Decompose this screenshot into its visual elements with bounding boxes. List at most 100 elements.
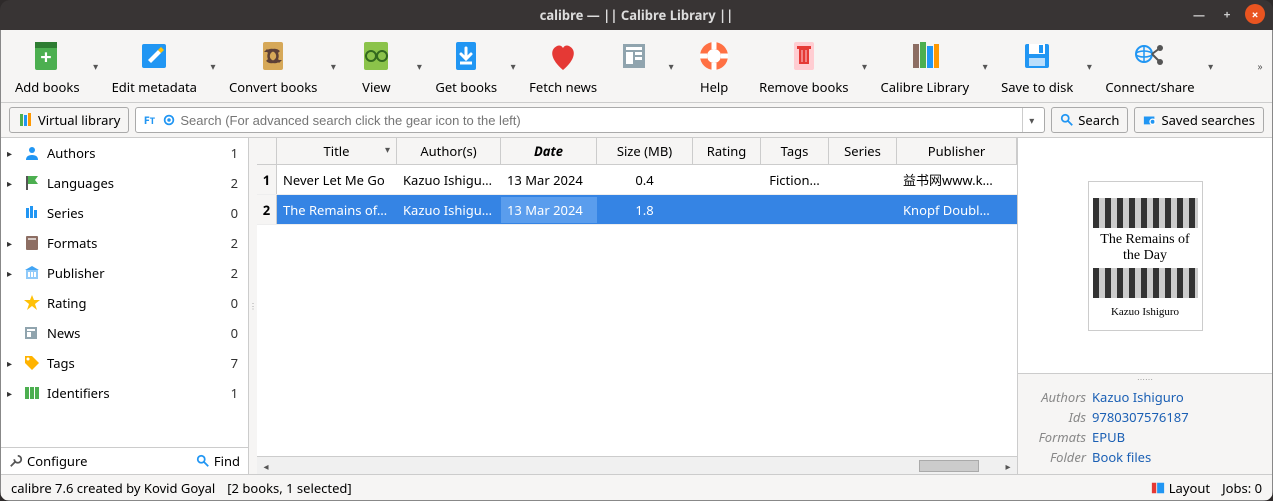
magnifier-small-icon — [196, 454, 210, 468]
tag-icon — [23, 354, 41, 372]
splitter-details[interactable]: ⋯⋯ — [1018, 374, 1272, 382]
view-button[interactable]: View — [341, 34, 411, 98]
get-books-icon — [446, 36, 486, 76]
table-row[interactable]: 1Never Let Me GoKazuo Ishiguro13 Mar 202… — [257, 165, 1017, 195]
meta-folder-label: Folder — [1026, 448, 1086, 466]
splitter-sidebar[interactable]: ⋮ — [249, 138, 257, 474]
save-icon — [1017, 36, 1057, 76]
scroll-right-icon[interactable]: ▸ — [999, 459, 1017, 473]
get-books-button[interactable]: Get books — [427, 34, 505, 98]
search-bar: Virtual library FT ▾ Search Sa — [1, 103, 1272, 138]
sidebar-item-languages[interactable]: ▸Languages2 — [1, 168, 248, 198]
configure-button[interactable]: Configure — [9, 452, 87, 470]
tag-browser-footer: Configure Find — [1, 447, 248, 474]
search-history-dropdown[interactable]: ▾ — [1022, 108, 1040, 132]
fetch-news-dropdown[interactable]: ▾ — [665, 34, 677, 98]
jobs-status[interactable]: Jobs: 0 — [1222, 479, 1262, 497]
content: + Add books ▾ Edit metadata ▾ Convert bo… — [0, 30, 1273, 501]
sidebar-item-identifiers[interactable]: ▸Identifiers1 — [1, 378, 248, 408]
sidebar-item-series[interactable]: Series0 — [1, 198, 248, 228]
sidebar-item-label: Languages — [47, 174, 225, 192]
sidebar-item-formats[interactable]: ▸Formats2 — [1, 228, 248, 258]
calibre-library-button[interactable]: Calibre Library — [873, 34, 978, 98]
calibre-library-dropdown[interactable]: ▾ — [979, 34, 991, 98]
news-icon — [23, 324, 41, 342]
help-button[interactable]: Help — [679, 34, 749, 98]
edit-metadata-dropdown[interactable]: ▾ — [207, 34, 219, 98]
expand-icon: ▸ — [7, 356, 17, 370]
meta-formats-link[interactable]: EPUB — [1092, 428, 1125, 446]
fetch-news-button[interactable]: Fetch news — [521, 34, 605, 98]
header-date[interactable]: Date — [501, 138, 597, 164]
sidebar-item-authors[interactable]: ▸Authors1 — [1, 138, 248, 168]
cell-authors: Kazuo Ishiguro — [397, 167, 501, 193]
convert-books-button[interactable]: Convert books — [221, 34, 325, 98]
header-size[interactable]: Size (MB) — [597, 138, 693, 164]
sidebar-item-publisher[interactable]: ▸Publisher2 — [1, 258, 248, 288]
remove-books-dropdown[interactable]: ▾ — [859, 34, 871, 98]
connect-share-dropdown[interactable]: ▾ — [1205, 34, 1217, 98]
edit-metadata-button[interactable]: Edit metadata — [104, 34, 205, 98]
edit-metadata-icon — [134, 36, 174, 76]
expand-icon: ▸ — [7, 266, 17, 280]
get-books-dropdown[interactable]: ▾ — [507, 34, 519, 98]
sidebar-item-rating[interactable]: Rating0 — [1, 288, 248, 318]
sidebar-item-count: 1 — [231, 384, 242, 402]
saved-searches-label: Saved searches — [1161, 111, 1255, 129]
toolbar-overflow[interactable]: » — [1254, 34, 1266, 98]
tag-browser-list[interactable]: ▸Authors1▸Languages2Series0▸Formats2▸Pub… — [1, 138, 248, 447]
pub-icon — [23, 264, 41, 282]
scroll-left-icon[interactable]: ◂ — [257, 459, 275, 473]
header-authors[interactable]: Author(s) — [397, 138, 501, 164]
horizontal-scrollbar[interactable]: ◂ ▸ — [257, 456, 1017, 474]
add-books-button[interactable]: + Add books — [7, 34, 88, 98]
meta-folder-link[interactable]: Book files — [1092, 448, 1151, 466]
ft-icon[interactable]: FT — [140, 111, 158, 129]
table-body[interactable]: 1Never Let Me GoKazuo Ishiguro13 Mar 202… — [257, 165, 1017, 456]
search-input[interactable] — [180, 113, 1022, 128]
view-dropdown[interactable]: ▾ — [413, 34, 425, 98]
sidebar-item-count: 0 — [231, 294, 242, 312]
sidebar-item-tags[interactable]: ▸Tags7 — [1, 348, 248, 378]
minimize-button[interactable]: — — [1189, 4, 1209, 24]
window-title: calibre — || Calibre Library || — [540, 6, 734, 24]
gear-icon[interactable] — [160, 111, 178, 129]
saved-searches-button[interactable]: Saved searches — [1134, 107, 1264, 133]
status-count: [2 books, 1 selected] — [227, 479, 351, 497]
header-publisher[interactable]: Publisher — [897, 138, 1017, 164]
add-books-dropdown[interactable]: ▾ — [90, 34, 102, 98]
meta-ids-link[interactable]: 9780307576187 — [1092, 408, 1189, 426]
status-bar: calibre 7.6 created by Kovid Goyal [2 bo… — [1, 474, 1272, 500]
close-button[interactable]: × — [1245, 4, 1265, 24]
maximize-button[interactable]: + — [1217, 4, 1237, 24]
header-title[interactable]: Title — [277, 138, 397, 164]
header-rating[interactable]: Rating — [693, 138, 761, 164]
convert-books-dropdown[interactable]: ▾ — [327, 34, 339, 98]
header-series[interactable]: Series — [829, 138, 897, 164]
header-tags[interactable]: Tags — [761, 138, 829, 164]
meta-authors-link[interactable]: Kazuo Ishiguro — [1092, 388, 1184, 406]
save-to-disk-dropdown[interactable]: ▾ — [1083, 34, 1095, 98]
cell-size: 1.8 — [597, 197, 693, 223]
newspaper-icon — [615, 36, 655, 76]
scroll-thumb[interactable] — [919, 460, 979, 472]
wrench-icon — [9, 454, 23, 468]
newspaper-button[interactable] — [607, 34, 663, 98]
sidebar-item-label: Series — [47, 204, 225, 222]
sidebar-item-label: Formats — [47, 234, 225, 252]
row-number: 1 — [257, 165, 277, 194]
cover-area[interactable]: The Remains of the Day Kazuo Ishiguro — [1018, 138, 1272, 374]
layout-button[interactable]: Layout — [1151, 479, 1210, 497]
connect-share-button[interactable]: Connect/share — [1097, 34, 1202, 98]
add-books-icon: + — [27, 36, 67, 76]
cell-rating — [693, 206, 761, 214]
search-button[interactable]: Search — [1051, 107, 1128, 133]
sidebar-item-news[interactable]: News0 — [1, 318, 248, 348]
table-row[interactable]: 2The Remains of…Kazuo Ishiguro13 Mar 202… — [257, 195, 1017, 225]
virtual-library-button[interactable]: Virtual library — [9, 107, 129, 133]
sidebar-item-label: Authors — [47, 144, 225, 162]
remove-books-button[interactable]: Remove books — [751, 34, 856, 98]
save-to-disk-button[interactable]: Save to disk — [993, 34, 1081, 98]
cell-publisher: Knopf Doubl… — [897, 197, 1017, 223]
find-button[interactable]: Find — [196, 452, 240, 470]
